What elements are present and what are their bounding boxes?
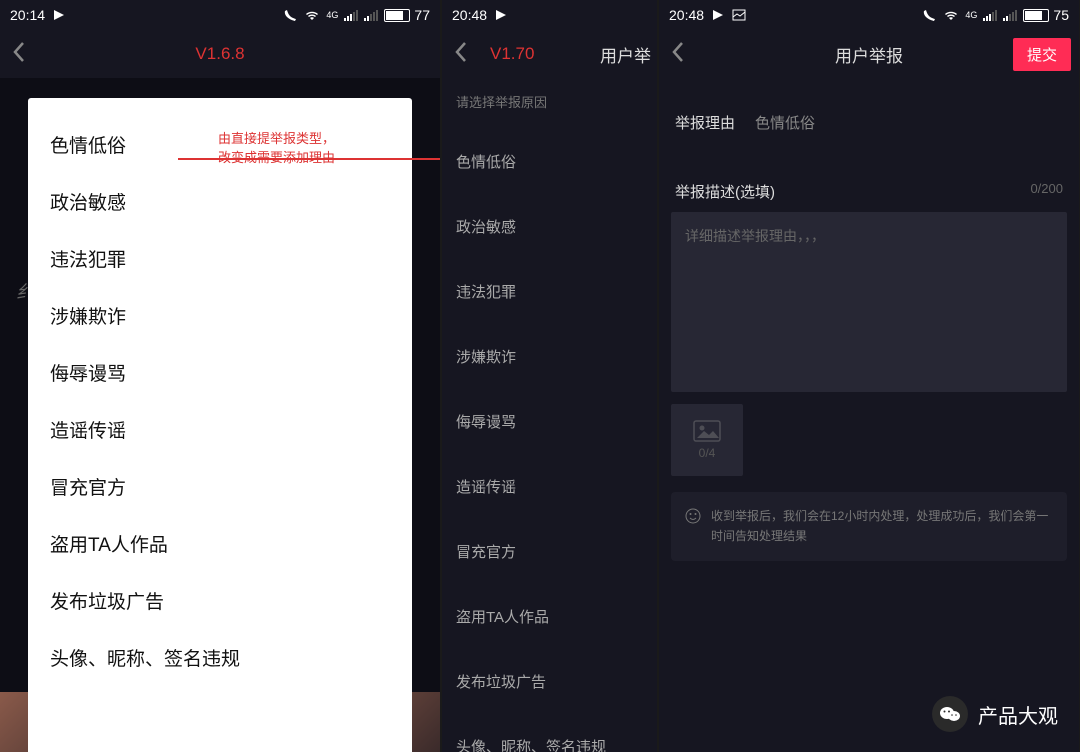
reason-value: 色情低俗 (755, 112, 815, 133)
clock: 20:48 (452, 7, 487, 23)
image-upload: 0/4 (671, 404, 1067, 476)
annotation-text: 由直接提举报类型， 改变成需要添加理由 (218, 126, 388, 168)
description-textarea[interactable]: 详细描述举报理由，，， (671, 212, 1067, 392)
phone-screen-report-form: 20:48 4G 75 用户举报 提交 举报理由 (659, 0, 1079, 752)
report-option[interactable]: 冒充官方 (28, 458, 412, 515)
wechat-icon (932, 696, 968, 732)
clock: 20:14 (10, 7, 45, 23)
report-option[interactable]: 发布垃圾广告 (28, 572, 412, 629)
reason-label: 举报理由 (675, 112, 735, 133)
char-count: 0/200 (1030, 181, 1063, 202)
report-option[interactable]: 盗用TA人作品 (28, 515, 412, 572)
report-popup: 色情低俗 政治敏感 违法犯罪 涉嫌欺诈 侮辱谩骂 造谣传谣 冒充官方 盗用TA人… (28, 98, 412, 752)
report-option[interactable]: 造谣传谣 (28, 401, 412, 458)
description-header: 举报描述(选填) 0/200 (659, 167, 1079, 212)
watermark: 产品大观 (932, 696, 1058, 732)
textarea-placeholder: 详细描述举报理由，，， (685, 228, 825, 244)
list-item[interactable]: 冒充官方 (442, 519, 657, 584)
gallery-icon (732, 9, 746, 21)
report-option[interactable]: 侮辱谩骂 (28, 344, 412, 401)
image-icon (693, 420, 721, 442)
note-text: 收到举报后，我们会在12小时内处理，处理成功后，我们会第一时间告知处理结果 (711, 506, 1053, 547)
list-item[interactable]: 侮辱谩骂 (442, 389, 657, 454)
report-option[interactable]: 涉嫌欺诈 (28, 287, 412, 344)
network-label: 4G (965, 10, 977, 20)
page-title: 用户举报 (835, 42, 903, 67)
status-bar: 20:48 4G 75 (659, 0, 1079, 30)
clock: 20:48 (669, 7, 704, 23)
submit-button[interactable]: 提交 (1013, 38, 1071, 71)
desc-label: 举报描述(选填) (675, 181, 775, 202)
list-item[interactable]: 违法犯罪 (442, 259, 657, 324)
back-icon[interactable] (454, 41, 468, 68)
wifi-icon (943, 9, 959, 21)
app-header: V1.6.8 (0, 30, 440, 78)
network-label: 4G (326, 10, 338, 20)
app-header: V1.70 用户举 (442, 30, 657, 78)
back-icon[interactable] (12, 41, 26, 68)
list-item[interactable]: 造谣传谣 (442, 454, 657, 519)
signal2-icon (1003, 9, 1017, 21)
report-option[interactable]: 违法犯罪 (28, 230, 412, 287)
info-note: 收到举报后，我们会在12小时内处理，处理成功后，我们会第一时间告知处理结果 (671, 492, 1067, 561)
list-item[interactable]: 头像、昵称、签名违规 (442, 714, 657, 752)
status-bar: 20:48 (442, 0, 657, 30)
notification-icon (53, 9, 65, 21)
watermark-text: 产品大观 (978, 700, 1058, 729)
list-item[interactable]: 发布垃圾广告 (442, 649, 657, 714)
battery-indicator: 75 (1023, 7, 1069, 23)
battery-indicator: 77 (384, 7, 430, 23)
signal-icon (983, 9, 997, 21)
back-icon[interactable] (671, 41, 685, 68)
reason-row[interactable]: 举报理由 色情低俗 (659, 98, 1079, 147)
signal2-icon (364, 9, 378, 21)
list-item[interactable]: 盗用TA人作品 (442, 584, 657, 649)
page-title: 用户举 (600, 42, 651, 67)
report-option[interactable]: 政治敏感 (28, 173, 412, 230)
report-option[interactable]: 头像、昵称、签名违规 (28, 629, 412, 686)
status-bar: 20:14 4G 77 (0, 0, 440, 30)
phone-screen-reason-list: 20:48 V1.70 用户举 请选择举报原因 色情低俗 政治敏感 违法犯罪 涉… (442, 0, 657, 752)
notification-icon (495, 9, 507, 21)
upload-count: 0/4 (699, 446, 716, 460)
list-item[interactable]: 色情低俗 (442, 129, 657, 194)
app-header: 用户举报 提交 (659, 30, 1079, 78)
version-label: V1.70 (490, 44, 534, 64)
list-item[interactable]: 涉嫌欺诈 (442, 324, 657, 389)
reason-list: 色情低俗 政治敏感 违法犯罪 涉嫌欺诈 侮辱谩骂 造谣传谣 冒充官方 盗用TA人… (442, 129, 657, 752)
signal-icon (344, 9, 358, 21)
version-label: V1.6.8 (195, 44, 244, 64)
annotation-arrow (178, 158, 440, 160)
list-item[interactable]: 政治敏感 (442, 194, 657, 259)
phone-icon (923, 8, 937, 22)
section-label: 请选择举报原因 (442, 78, 657, 129)
phone-icon (284, 8, 298, 22)
smile-icon (685, 508, 701, 547)
notification-icon (712, 9, 724, 21)
upload-slot[interactable]: 0/4 (671, 404, 743, 476)
phone-screen-old: 20:14 4G 77 V1.6.8 纟 色情 (0, 0, 440, 752)
wifi-icon (304, 9, 320, 21)
